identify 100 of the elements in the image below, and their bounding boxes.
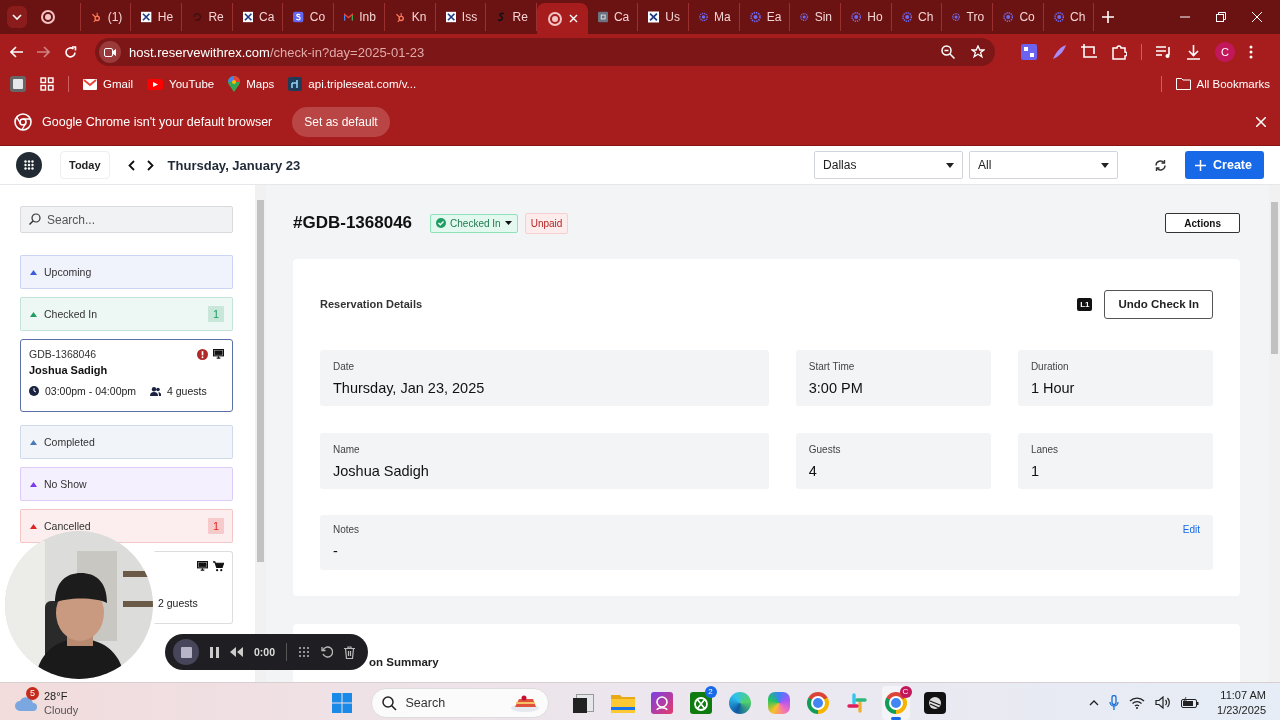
trash-icon[interactable]: [344, 645, 355, 659]
volume-icon[interactable]: [1155, 696, 1172, 709]
undo-check-in-button[interactable]: Undo Check In: [1104, 289, 1213, 319]
puzzle-icon[interactable]: [1111, 44, 1127, 60]
bookmark-link[interactable]: Maps: [228, 76, 275, 92]
zoom-icon[interactable]: [941, 45, 955, 59]
bookmark-link[interactable]: Gmail: [83, 78, 134, 90]
filter-dropdown[interactable]: All: [969, 151, 1119, 179]
chevron-up-icon[interactable]: [1089, 699, 1100, 706]
pause-button[interactable]: [210, 646, 219, 658]
set-default-button[interactable]: Set as default: [292, 106, 390, 137]
download-icon[interactable]: [1186, 44, 1201, 60]
time-range: 03:00pm - 04:00pm: [45, 385, 137, 397]
browser-tab[interactable]: Ea: [739, 3, 791, 31]
taskbar-app-button[interactable]: 2: [686, 685, 715, 720]
rewind-button[interactable]: [230, 647, 243, 657]
square-icon[interactable]: [10, 76, 26, 92]
browser-tab[interactable]: [536, 3, 588, 34]
browser-tab[interactable]: Co: [283, 3, 335, 31]
browser-tab[interactable]: Ch: [1043, 3, 1095, 31]
reservation-card[interactable]: GDB-1368046 Joshua Sadigh 03:00pm - 04:00pm 4 guests: [20, 339, 233, 412]
browser-tab[interactable]: Ho: [841, 3, 892, 31]
browser-tab[interactable]: Tro: [942, 3, 994, 31]
browser-tab[interactable]: Us: [638, 3, 689, 31]
browser-tab[interactable]: Ca: [587, 3, 639, 31]
address-field[interactable]: host.reservewithrex.com/check-in?day=2025-01-23: [95, 38, 995, 66]
microphone-icon[interactable]: [1109, 695, 1120, 710]
section-title: on Summary: [369, 656, 439, 668]
flower-icon: [1003, 9, 1014, 25]
dots-grid-icon[interactable]: [298, 646, 310, 658]
browser-tab[interactable]: He: [131, 3, 183, 31]
browser-tab[interactable]: (1): [80, 3, 132, 31]
clock[interactable]: 11:07 AM 1/23/2025: [1217, 687, 1266, 718]
crop-icon[interactable]: [1081, 44, 1097, 60]
actions-button[interactable]: Actions: [1165, 213, 1240, 233]
playlist-icon[interactable]: [1156, 45, 1172, 59]
all-bookmarks-button[interactable]: All Bookmarks: [1175, 78, 1270, 90]
bookmark-link[interactable]: api.tripleseat.com/v...: [288, 77, 417, 91]
close-icon[interactable]: [1252, 12, 1262, 22]
browser-tab[interactable]: Co: [993, 3, 1044, 31]
field-value: 4: [808, 463, 818, 479]
wifi-icon[interactable]: [1129, 696, 1146, 709]
browser-tab[interactable]: Ma: [688, 3, 740, 31]
status-section-header[interactable]: No Show: [20, 467, 233, 501]
browser-tab[interactable]: Re: [486, 3, 537, 31]
location-dropdown[interactable]: Dallas: [814, 151, 964, 179]
caret-icon: [504, 221, 512, 225]
browser-tab[interactable]: Kn: [384, 3, 436, 31]
field-value: 1: [1030, 463, 1040, 479]
weather-condition: Cloudy: [44, 702, 79, 717]
status-section-header[interactable]: Upcoming: [20, 255, 233, 289]
browser-logo-icon: [14, 112, 32, 131]
browser-tab[interactable]: Ch: [891, 3, 943, 31]
weather-widget[interactable]: 5 28°F Cloudy: [0, 688, 332, 717]
tab-search-button[interactable]: [7, 6, 27, 28]
pause-icon: [210, 646, 219, 658]
star-icon[interactable]: [971, 45, 985, 59]
new-tab-button[interactable]: [1102, 11, 1115, 23]
taskbar-app-button[interactable]: C: [881, 685, 910, 720]
map-pin-icon: [228, 76, 241, 92]
create-button[interactable]: Create: [1185, 151, 1264, 179]
play-icon: [147, 78, 164, 90]
search-field[interactable]: Search...: [20, 206, 233, 233]
browser-tab[interactable]: Re: [182, 3, 233, 31]
reload-button[interactable]: [64, 45, 77, 59]
extension-icon[interactable]: [1021, 44, 1037, 60]
status-dropdown[interactable]: Checked In: [430, 213, 518, 233]
browser-tab[interactable]: Ca: [232, 3, 284, 31]
folder-icon: [1175, 78, 1191, 90]
start-button[interactable]: [331, 692, 352, 713]
profile-avatar[interactable]: C: [1215, 42, 1235, 62]
x-logo-icon: [141, 9, 152, 25]
feather-icon[interactable]: [1051, 44, 1067, 60]
apps-grid-icon[interactable]: [40, 77, 54, 91]
rewind-icon: [230, 647, 243, 657]
edit-link[interactable]: Edit: [1182, 524, 1200, 535]
close-icon[interactable]: [568, 14, 578, 23]
taskbar-search-field[interactable]: Search: [370, 687, 549, 718]
restore-icon[interactable]: [1216, 12, 1226, 22]
restart-icon[interactable]: [321, 646, 333, 658]
browser-tab[interactable]: Sin: [790, 3, 841, 31]
close-icon[interactable]: [1256, 116, 1266, 127]
arrow-right-icon: [37, 46, 50, 58]
status-section-header[interactable]: Checked In 1: [20, 297, 233, 331]
refresh-button[interactable]: [1154, 158, 1168, 172]
status-section-header[interactable]: Completed: [20, 425, 233, 459]
bookmark-link[interactable]: YouTube: [147, 78, 215, 90]
stop-button[interactable]: [173, 639, 199, 665]
status-section-header[interactable]: Cancelled 1: [20, 509, 233, 543]
browser-tab[interactable]: Inb: [334, 3, 385, 31]
back-button[interactable]: [10, 46, 23, 58]
menu-icon[interactable]: [1249, 45, 1253, 59]
battery-icon[interactable]: [1181, 697, 1200, 708]
reservation-card[interactable]: 2 guests: [154, 551, 233, 624]
caret-icon: [1101, 162, 1110, 168]
browser-tab[interactable]: Iss: [435, 3, 487, 31]
apps-menu-button[interactable]: [16, 152, 42, 178]
today-button[interactable]: Today: [60, 151, 110, 179]
app-icon: [597, 9, 608, 25]
scrollbar[interactable]: [1269, 185, 1280, 682]
